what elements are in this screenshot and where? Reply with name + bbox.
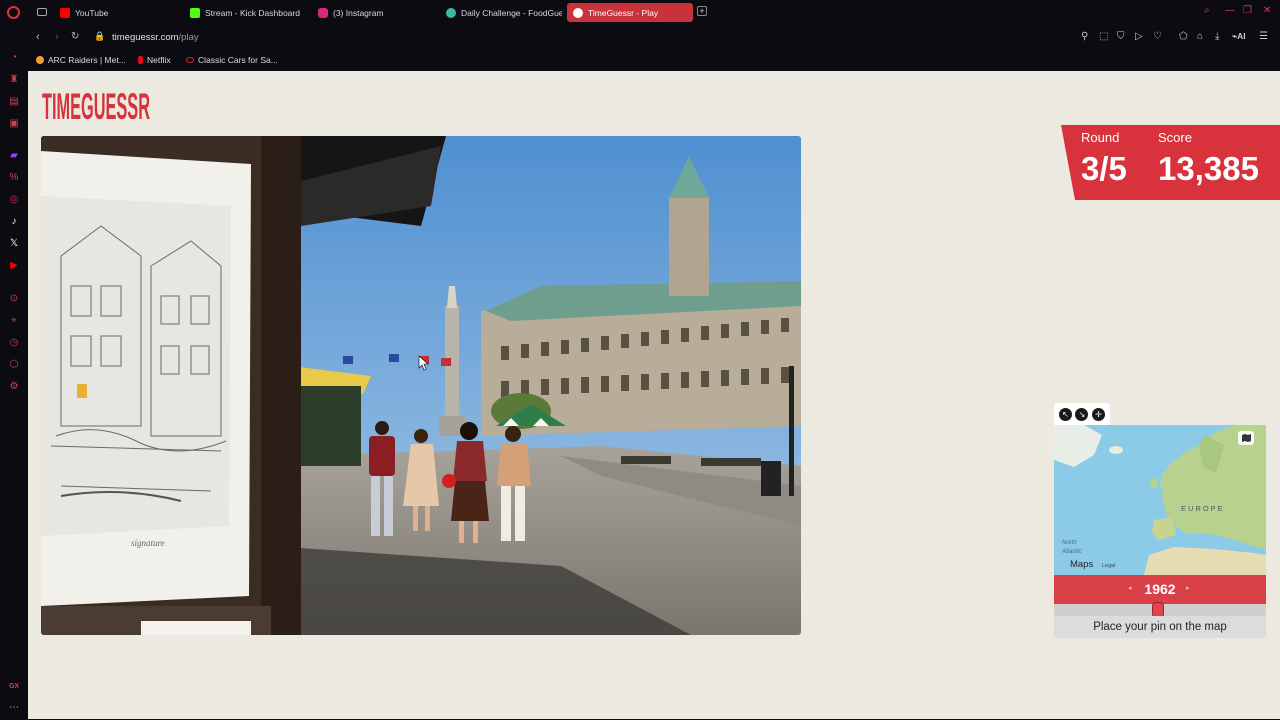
play-icon[interactable]: ▷ xyxy=(1135,31,1143,42)
tab-overview-icon[interactable] xyxy=(37,8,47,16)
page-content: TIMEGUESSR signature Round 3/5 Score 13,… xyxy=(28,71,1280,719)
reload-icon[interactable]: ↻ xyxy=(71,31,79,42)
opera-logo-icon[interactable] xyxy=(7,6,20,19)
back-icon[interactable]: ‹ xyxy=(36,31,40,43)
news-icon[interactable]: ▤ xyxy=(8,96,20,108)
url-domain: timeguessr.com xyxy=(112,32,179,43)
twitch-icon[interactable]: ▰ xyxy=(8,150,20,162)
extensions-icon[interactable]: ⬡ xyxy=(8,359,20,371)
heart-icon[interactable]: ♡ xyxy=(1153,31,1162,42)
classic-cars-icon xyxy=(186,57,194,63)
gx-corner-icon[interactable]: ♜ xyxy=(8,74,20,86)
bookmark-arc-raiders[interactable]: ARC Raiders | Met... xyxy=(36,55,126,65)
player-icon[interactable]: ⊙ xyxy=(8,293,20,305)
address-bar: ‹ › ↻ 🔒 timeguessr.com/play ⚲ ⬚ ⛉ ▷ ♡ ⬠ … xyxy=(28,25,1280,50)
legal-link: Legal xyxy=(1102,563,1115,569)
tab-label: YouTube xyxy=(75,7,109,18)
timeguessr-icon xyxy=(573,7,583,18)
map-controls: ↖ ↘ ✛ xyxy=(1054,403,1110,425)
settings-icon[interactable]: ⚙ xyxy=(8,381,20,393)
tab-label: Stream - Kick Dashboard xyxy=(205,7,300,18)
place-pin-button[interactable]: Place your pin on the map xyxy=(1054,616,1266,638)
mail-icon[interactable]: ▣ xyxy=(8,118,20,130)
tab-bar: YouTube Stream - Kick Dashboard (3) Inst… xyxy=(0,0,1280,25)
arc-raiders-icon xyxy=(36,56,44,64)
instagram-icon xyxy=(318,7,328,18)
x-icon[interactable]: 𝕏 xyxy=(8,238,20,250)
url-field[interactable]: timeguessr.com/play xyxy=(112,32,199,43)
map-svg: EUROPE North Atlantic Maps Legal xyxy=(1054,425,1266,575)
maps-brand-label: Maps xyxy=(1070,559,1093,570)
score-value: 13,385 xyxy=(1158,150,1259,187)
bookmark-label: Classic Cars for Sa... xyxy=(198,55,278,65)
tab-timeguessr[interactable]: TimeGuessr - Play xyxy=(567,3,693,22)
minimize-icon[interactable]: — xyxy=(1225,5,1235,16)
svg-text:TIMEGUESSR: TIMEGUESSR xyxy=(42,86,150,124)
tiktok-icon[interactable]: ♪ xyxy=(8,216,20,228)
discount-icon[interactable]: % xyxy=(8,172,20,184)
sidebar: ◔ ♜ ▤ ▣ ▰ % ◎ ♪ 𝕏 ▶ ⊙ ⌖ ◷ ⬡ ⚙ GX ⋯ xyxy=(0,25,28,720)
expand-map-icon[interactable]: ↖ xyxy=(1058,407,1072,421)
ai-label: AI xyxy=(1237,31,1246,41)
tab-label: Daily Challenge - FoodGuessr xyxy=(461,7,562,18)
year-increment-icon[interactable]: ▸ xyxy=(1186,584,1190,592)
bookmark-page-icon[interactable]: ⚲ xyxy=(1081,31,1088,42)
bookmarks-bar: ARC Raiders | Met... Netflix Classic Car… xyxy=(28,50,1280,71)
vpn-icon[interactable]: ⛉ xyxy=(1117,31,1125,42)
bookmark-label: Netflix xyxy=(147,55,171,65)
tab-kick[interactable]: Stream - Kick Dashboard xyxy=(184,3,309,22)
url-path: /play xyxy=(178,32,199,43)
bookmark-classic-cars[interactable]: Classic Cars for Sa... xyxy=(186,55,278,65)
kick-icon xyxy=(190,7,200,18)
lock-icon: 🔒 xyxy=(94,31,106,41)
forward-icon[interactable]: › xyxy=(55,31,59,43)
timeguessr-logo[interactable]: TIMEGUESSR xyxy=(41,82,151,124)
year-slider-track[interactable] xyxy=(1054,602,1266,618)
map-label-north: North xyxy=(1062,540,1077,546)
tab-youtube[interactable]: YouTube xyxy=(54,3,179,22)
pin-icon[interactable]: ⌖ xyxy=(8,315,20,327)
svg-text:signature: signature xyxy=(131,538,165,548)
gx-control-label[interactable]: GX xyxy=(8,681,20,693)
close-window-icon[interactable]: ✕ xyxy=(1263,5,1271,16)
aria-ai-button[interactable]: ⌁AI xyxy=(1232,31,1246,42)
map-label-atlantic: Atlantic xyxy=(1061,549,1082,555)
map-widget: ↖ ↘ ✛ EUROPE North Atlantic Maps Legal ◂… xyxy=(1054,403,1266,638)
selected-year: 1962 xyxy=(1144,581,1176,597)
round-label: Round xyxy=(1081,130,1120,145)
shrink-map-icon[interactable]: ↘ xyxy=(1075,407,1089,421)
tab-instagram[interactable]: (3) Instagram xyxy=(312,3,437,22)
search-tabs-icon[interactable]: ⌕ xyxy=(1204,5,1210,16)
easy-setup-icon[interactable]: ☰ xyxy=(1259,31,1268,42)
round-value: 3/5 xyxy=(1081,150,1127,187)
youtube-icon xyxy=(60,7,70,18)
score-panel: Round 3/5 Score 13,385 xyxy=(1061,125,1280,200)
youtube-sidebar-icon[interactable]: ▶ xyxy=(8,260,20,272)
score-label: Score xyxy=(1158,130,1192,145)
year-selector: ◂ 1962 ▸ xyxy=(1054,575,1266,604)
tab-foodguessr[interactable]: Daily Challenge - FoodGuessr xyxy=(440,3,562,22)
foodguessr-icon xyxy=(446,7,456,18)
more-icon[interactable]: ⋯ xyxy=(8,702,20,714)
round-photo: signature xyxy=(41,136,801,635)
tab-label: TimeGuessr - Play xyxy=(588,7,659,18)
restore-icon[interactable]: ❐ xyxy=(1243,5,1252,16)
wallet-icon[interactable]: ⌂ xyxy=(1197,31,1203,42)
history-icon[interactable]: ◷ xyxy=(8,337,20,349)
netflix-icon xyxy=(138,56,143,64)
tab-label: (3) Instagram xyxy=(333,7,384,18)
extension-puzzle-icon[interactable]: ⬠ xyxy=(1179,31,1188,42)
bookmark-netflix[interactable]: Netflix xyxy=(138,55,171,65)
guess-map[interactable]: EUROPE North Atlantic Maps Legal xyxy=(1054,425,1266,575)
download-icon[interactable]: ⤓ xyxy=(1215,31,1219,42)
instagram-sidebar-icon[interactable]: ◎ xyxy=(8,194,20,206)
new-tab-button[interactable]: + xyxy=(697,6,707,16)
pin-map-icon[interactable]: ✛ xyxy=(1092,407,1106,421)
map-label-europe: EUROPE xyxy=(1181,504,1225,513)
speed-dial-icon[interactable]: ◔ xyxy=(8,52,20,64)
snapshot-icon[interactable]: ⬚ xyxy=(1099,31,1108,42)
bookmark-label: ARC Raiders | Met... xyxy=(48,55,126,65)
